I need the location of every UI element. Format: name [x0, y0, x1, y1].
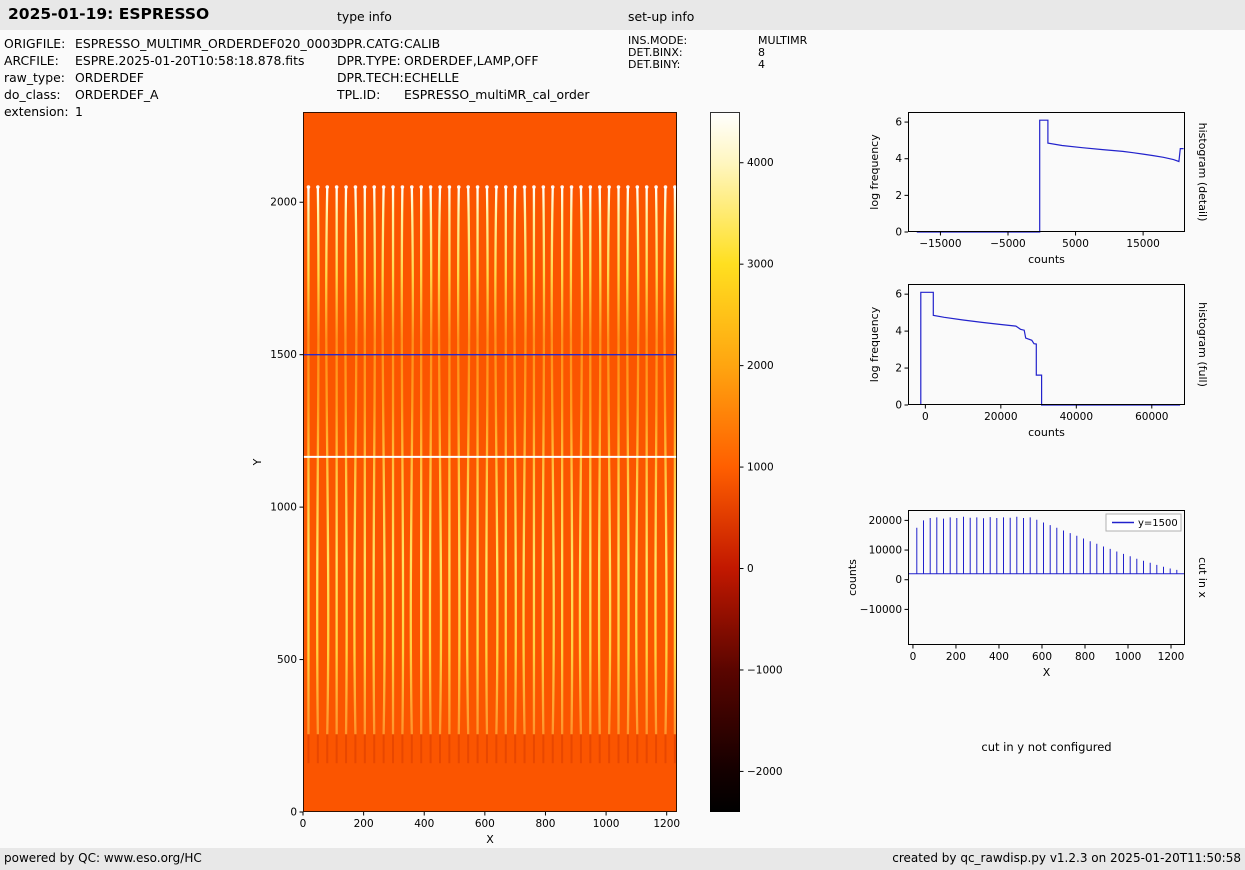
svg-text:2: 2 [895, 363, 902, 375]
svg-text:2000: 2000 [747, 360, 774, 372]
field-label: TPL.ID: [337, 87, 381, 102]
svg-text:0: 0 [922, 411, 929, 423]
svg-text:400: 400 [414, 818, 434, 830]
svg-text:1000: 1000 [593, 818, 620, 830]
svg-text:400: 400 [989, 651, 1009, 663]
cut-in-x-plot: y=1500 0 200 400 600 800 1000 1200 −10000 0 10000 2… [846, 510, 1209, 679]
svg-text:15000: 15000 [1126, 238, 1159, 250]
svg-text:3000: 3000 [747, 259, 774, 271]
svg-text:log frequency: log frequency [868, 306, 881, 382]
svg-text:200: 200 [946, 651, 966, 663]
svg-text:Y: Y [251, 458, 264, 466]
svg-text:−10000: −10000 [860, 604, 902, 616]
field-value: 4 [758, 58, 765, 71]
svg-text:1200: 1200 [1158, 651, 1185, 663]
svg-text:5000: 5000 [1062, 238, 1089, 250]
svg-text:X: X [486, 833, 494, 846]
field-value: ORDERDEF,LAMP,OFF [404, 53, 539, 68]
field-value: ESPRE.2025-01-20T10:58:18.878.fits [75, 53, 305, 68]
colorbar: 4000 3000 2000 1000 0 −1000 −2000 [710, 112, 783, 812]
svg-text:20000: 20000 [869, 515, 902, 527]
svg-text:1000: 1000 [1115, 651, 1142, 663]
svg-text:600: 600 [475, 818, 495, 830]
svg-text:4: 4 [895, 153, 902, 165]
svg-text:−2000: −2000 [747, 766, 783, 778]
svg-text:0: 0 [300, 818, 307, 830]
histogram-detail-plot: −15000 −5000 5000 15000 0 2 4 6 counts log freque… [868, 112, 1209, 266]
field-label: ORIGFILE: [4, 36, 66, 51]
footer-bar: powered by QC: www.eso.org/HC created by… [0, 848, 1245, 870]
svg-text:−1000: −1000 [747, 664, 783, 676]
svg-text:cut in x: cut in x [1196, 557, 1209, 598]
svg-text:800: 800 [1075, 651, 1095, 663]
svg-text:1200: 1200 [653, 818, 680, 830]
field-label: raw_type: [4, 70, 65, 85]
field-label: DPR.TECH: [337, 70, 404, 85]
svg-text:40000: 40000 [1060, 411, 1093, 423]
svg-text:6: 6 [895, 289, 902, 301]
histogram-full-plot: 0 20000 40000 60000 0 2 4 6 counts log frequency h… [868, 284, 1209, 439]
header-bar: 2025-01-19: ESPRESSO type info set-up in… [0, 0, 1245, 30]
field-label: ARCFILE: [4, 53, 59, 68]
field-label: extension: [4, 104, 69, 119]
svg-text:histogram (detail): histogram (detail) [1196, 123, 1209, 222]
field-value: ESPRESSO_MULTIMR_ORDERDEF020_0003 [75, 36, 339, 51]
type-info-heading: type info [337, 9, 392, 24]
field-value: MULTIMR [758, 34, 808, 47]
field-value: ESPRESSO_multiMR_cal_order [404, 87, 590, 102]
svg-text:0: 0 [895, 400, 902, 412]
field-value: CALIB [404, 36, 441, 51]
svg-text:log frequency: log frequency [868, 134, 881, 210]
svg-text:counts: counts [846, 559, 859, 596]
svg-text:2000: 2000 [270, 197, 297, 209]
svg-text:200: 200 [354, 818, 374, 830]
svg-text:−5000: −5000 [990, 238, 1026, 250]
field-value: ORDERDEF_A [75, 87, 159, 102]
svg-text:0: 0 [895, 227, 902, 239]
legend: y=1500 [1105, 513, 1182, 532]
svg-text:counts: counts [1028, 426, 1065, 439]
field-value: ECHELLE [404, 70, 460, 85]
svg-text:0: 0 [895, 574, 902, 586]
svg-text:2: 2 [895, 190, 902, 202]
svg-text:600: 600 [1032, 651, 1052, 663]
svg-text:60000: 60000 [1135, 411, 1168, 423]
cut-in-y-note: cut in y not configured [981, 740, 1112, 754]
svg-text:counts: counts [1028, 253, 1065, 266]
svg-text:4: 4 [895, 326, 902, 338]
field-value: ORDERDEF [75, 70, 144, 85]
svg-text:800: 800 [535, 818, 555, 830]
svg-text:−15000: −15000 [919, 238, 961, 250]
setup-info-heading: set-up info [628, 9, 695, 24]
svg-text:1000: 1000 [747, 462, 774, 474]
svg-text:0: 0 [747, 563, 754, 575]
svg-text:10000: 10000 [869, 545, 902, 557]
field-value: 1 [75, 104, 83, 119]
field-label: do_class: [4, 87, 61, 102]
svg-text:1500: 1500 [270, 349, 297, 361]
svg-text:histogram (full): histogram (full) [1196, 302, 1209, 387]
svg-text:20000: 20000 [984, 411, 1017, 423]
footer-right-text: created by qc_rawdisp.py v1.2.3 on 2025-… [892, 851, 1241, 865]
field-label: DET.BINY: [628, 58, 681, 71]
field-label: DPR.CATG: [337, 36, 404, 51]
svg-text:1000: 1000 [270, 502, 297, 514]
svg-text:X: X [1043, 666, 1051, 679]
field-label: DPR.TYPE: [337, 53, 401, 68]
svg-text:y=1500: y=1500 [1138, 518, 1178, 529]
svg-text:6: 6 [895, 117, 902, 129]
svg-text:0: 0 [910, 651, 917, 663]
svg-text:500: 500 [277, 654, 297, 666]
footer-left-text: powered by QC: www.eso.org/HC [4, 851, 202, 865]
page-title: 2025-01-19: ESPRESSO [8, 5, 210, 23]
svg-text:0: 0 [290, 807, 297, 819]
raw-image-plot: 0 200 400 600 800 1000 1200 0 500 1000 1500 2000 X Y [251, 112, 680, 846]
svg-text:4000: 4000 [747, 157, 774, 169]
